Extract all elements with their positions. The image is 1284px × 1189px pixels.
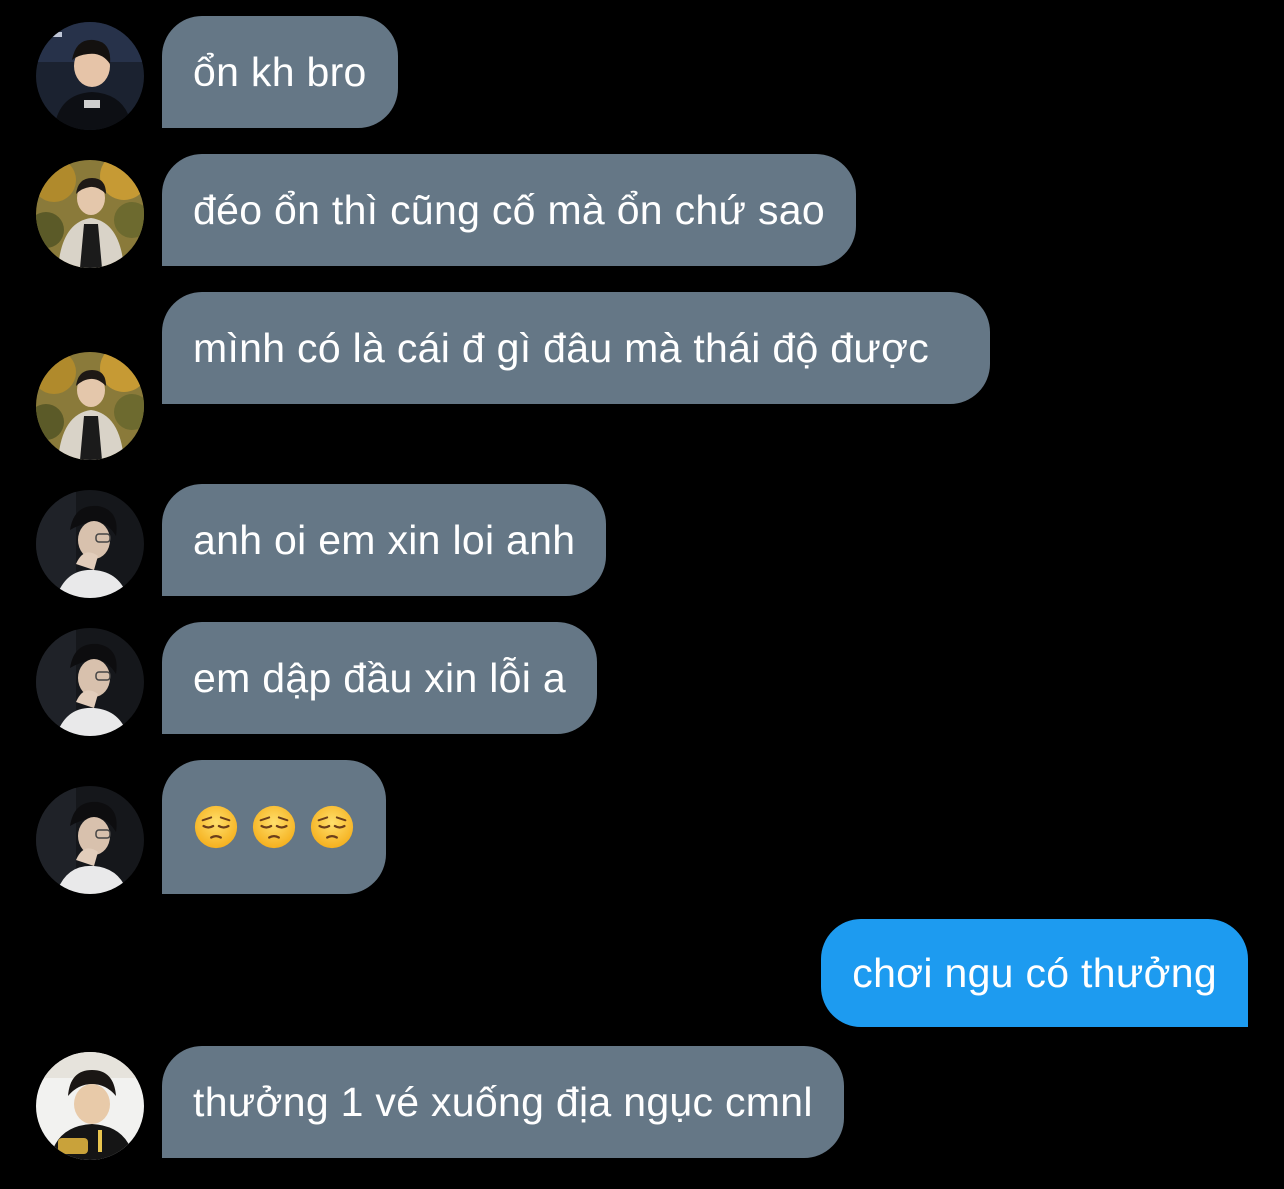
avatar-3[interactable]	[36, 490, 144, 598]
message-bubble[interactable]	[162, 760, 386, 894]
message-bubble[interactable]: thưởng 1 vé xuống địa ngục cmnl	[162, 1046, 844, 1158]
message-bubble-outgoing[interactable]: chơi ngu có thưởng	[821, 919, 1248, 1027]
message-bubble[interactable]: em dập đầu xin lỗi a	[162, 622, 597, 734]
emoji-group	[193, 800, 355, 854]
avatar-4[interactable]	[36, 1052, 144, 1160]
avatar-3[interactable]	[36, 628, 144, 736]
message-bubble[interactable]: đéo ổn thì cũng cố mà ổn chứ sao	[162, 154, 856, 266]
pensive-face-emoji	[309, 804, 355, 850]
message-bubble[interactable]: ổn kh bro	[162, 16, 398, 128]
pensive-face-emoji	[193, 804, 239, 850]
pensive-face-emoji	[251, 804, 297, 850]
avatar-2[interactable]	[36, 160, 144, 268]
avatar-1[interactable]	[36, 22, 144, 130]
message-bubble[interactable]: anh oi em xin loi anh	[162, 484, 607, 596]
avatar-2[interactable]	[36, 352, 144, 460]
message-bubble[interactable]: mình có là cái đ gì đâu mà thái độ được	[162, 292, 990, 404]
avatar-3[interactable]	[36, 786, 144, 894]
